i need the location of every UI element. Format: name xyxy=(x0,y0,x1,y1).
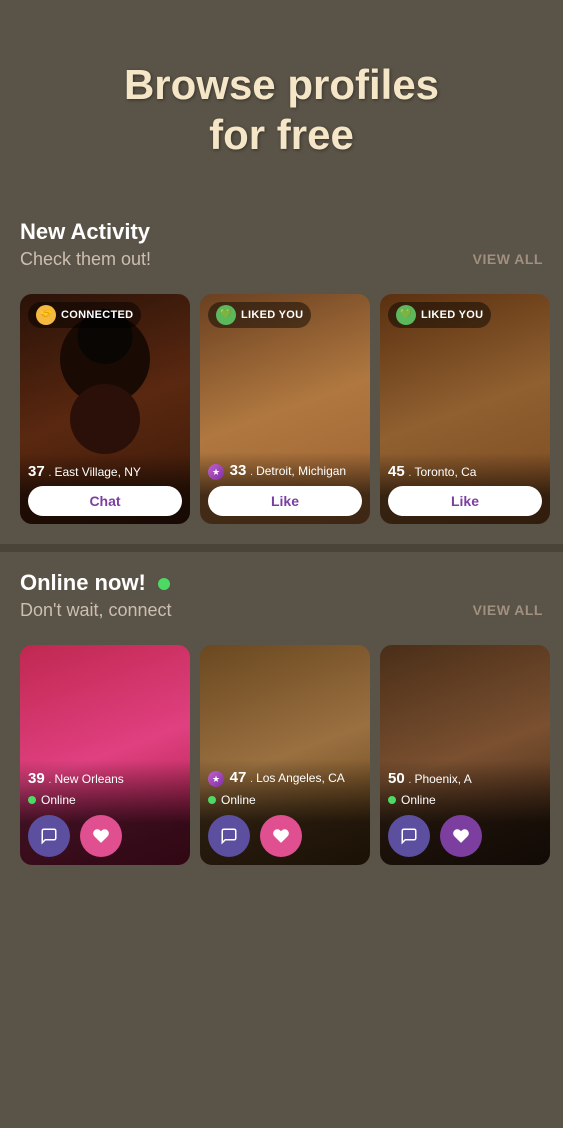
online-card-overlay-1: 39 . New Orleans Online xyxy=(20,760,190,865)
online-card-info-1: 39 . New Orleans xyxy=(28,770,182,787)
online-card-3: 50 . Phoenix, A Online xyxy=(380,645,550,865)
card-chat-button-1[interactable]: Chat xyxy=(28,486,182,516)
online-dot-2 xyxy=(208,796,216,804)
star-icon-2: ★ xyxy=(208,464,224,480)
card-location-2: Detroit, Michigan xyxy=(256,464,346,478)
new-activity-view-all[interactable]: VIEW ALL xyxy=(473,251,543,267)
online-status-text-3: Online xyxy=(401,793,436,807)
card-overlay-2: ★ 33 . Detroit, Michigan Like xyxy=(200,452,370,524)
online-dot-3 xyxy=(388,796,396,804)
card-info-1: 37 . East Village, NY xyxy=(28,463,182,480)
online-dot-1 xyxy=(28,796,36,804)
card-location-3: Toronto, Ca xyxy=(414,465,476,479)
new-activity-title: New Activity xyxy=(20,219,543,245)
online-now-cards-row: 39 . New Orleans Online xyxy=(0,645,563,885)
new-activity-section: New Activity Check them out! VIEW ALL xyxy=(0,201,563,294)
card-age-3: 45 xyxy=(388,463,405,480)
card-actions-3 xyxy=(388,815,542,857)
online-card-age-3: 50 xyxy=(388,770,405,787)
new-activity-subtitle: Check them out! xyxy=(20,249,151,270)
liked-icon-2: 💚 xyxy=(216,305,236,325)
online-status-row-2: Online xyxy=(208,793,362,807)
online-card-age-2: 47 xyxy=(230,769,247,786)
card-actions-2 xyxy=(208,815,362,857)
online-now-section: Online now! Don't wait, connect VIEW ALL xyxy=(0,552,563,645)
chat-icon xyxy=(40,827,58,845)
card-location-1: East Village, NY xyxy=(54,465,141,479)
online-card-location-2: Los Angeles, CA xyxy=(256,771,345,785)
chat-icon-2 xyxy=(220,827,238,845)
card-age-1: 37 xyxy=(28,463,45,480)
online-status-row-3: Online xyxy=(388,793,542,807)
online-chat-button-1[interactable] xyxy=(28,815,70,857)
online-like-button-2[interactable] xyxy=(260,815,302,857)
online-now-view-all[interactable]: VIEW ALL xyxy=(473,602,543,618)
online-chat-button-2[interactable] xyxy=(208,815,250,857)
online-dot-indicator xyxy=(158,578,170,590)
card-actions-1 xyxy=(28,815,182,857)
online-card-age-1: 39 xyxy=(28,770,45,787)
activity-card-2: 💚 LIKED YOU ★ 33 . Detroit, Michigan Lik… xyxy=(200,294,370,524)
new-activity-cards-row: 🤝 CONNECTED 37 . East Village, NY Chat 💚… xyxy=(0,294,563,544)
section-divider xyxy=(0,544,563,552)
online-card-1: 39 . New Orleans Online xyxy=(20,645,190,865)
card-overlay-1: 37 . East Village, NY Chat xyxy=(20,453,190,524)
liked-icon-3: 💚 xyxy=(396,305,416,325)
card-overlay-3: 45 . Toronto, Ca Like xyxy=(380,453,550,524)
online-card-location-3: Phoenix, A xyxy=(414,772,471,786)
card-status-liked-2: 💚 LIKED YOU xyxy=(208,302,311,328)
heart-icon-3 xyxy=(452,827,470,845)
connected-icon: 🤝 xyxy=(36,305,56,325)
card-info-3: 45 . Toronto, Ca xyxy=(388,463,542,480)
card-info-2: ★ 33 . Detroit, Michigan xyxy=(208,462,362,480)
online-card-overlay-2: ★ 47 . Los Angeles, CA Online xyxy=(200,759,370,865)
online-now-subtitle: Don't wait, connect xyxy=(20,600,172,621)
online-like-button-3[interactable] xyxy=(440,815,482,857)
online-card-overlay-3: 50 . Phoenix, A Online xyxy=(380,760,550,865)
card-age-2: 33 xyxy=(230,462,247,479)
hero-title: Browse profiles for free xyxy=(20,60,543,161)
activity-card-1: 🤝 CONNECTED 37 . East Village, NY Chat xyxy=(20,294,190,524)
online-card-location-1: New Orleans xyxy=(54,772,123,786)
online-chat-button-3[interactable] xyxy=(388,815,430,857)
heart-icon-2 xyxy=(272,827,290,845)
online-card-2: ★ 47 . Los Angeles, CA Online xyxy=(200,645,370,865)
card-status-connected: 🤝 CONNECTED xyxy=(28,302,141,328)
card-like-button-2[interactable]: Like xyxy=(208,486,362,516)
heart-icon xyxy=(92,827,110,845)
chat-icon-3 xyxy=(400,827,418,845)
online-card-info-3: 50 . Phoenix, A xyxy=(388,770,542,787)
online-status-text-1: Online xyxy=(41,793,76,807)
online-now-title: Online now! xyxy=(20,570,543,596)
card-like-button-3[interactable]: Like xyxy=(388,486,542,516)
online-card-info-2: ★ 47 . Los Angeles, CA xyxy=(208,769,362,787)
hero-section: Browse profiles for free xyxy=(0,0,563,201)
activity-card-3: 💚 LIKED YOU 45 . Toronto, Ca Like xyxy=(380,294,550,524)
online-like-button-1[interactable] xyxy=(80,815,122,857)
online-status-text-2: Online xyxy=(221,793,256,807)
star-icon-online-2: ★ xyxy=(208,771,224,787)
card-status-liked-3: 💚 LIKED YOU xyxy=(388,302,491,328)
online-status-row-1: Online xyxy=(28,793,182,807)
